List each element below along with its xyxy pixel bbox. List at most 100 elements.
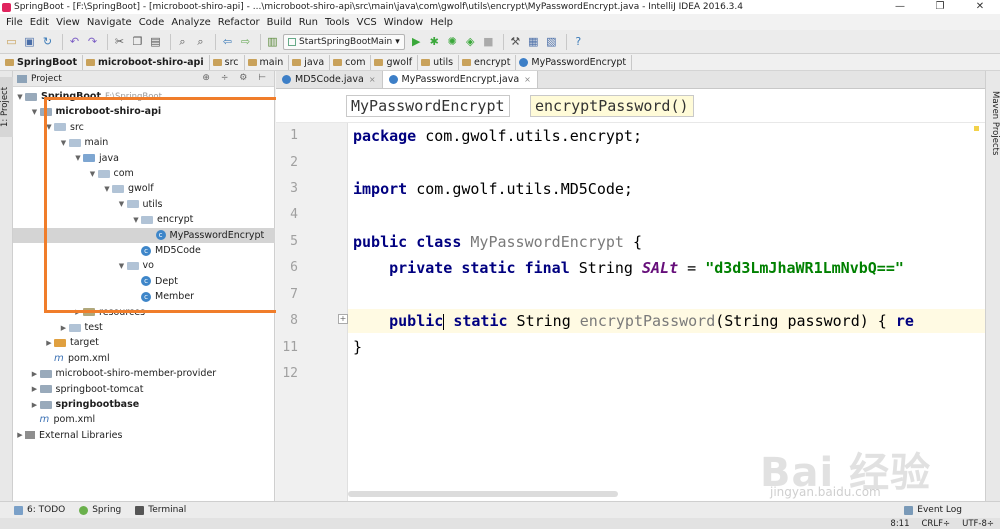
tree-item[interactable]: ▶ test [13, 320, 275, 335]
back-icon[interactable]: ⇦ [220, 34, 235, 49]
tree-item[interactable]: ▼ src [13, 120, 275, 135]
coverage-icon[interactable]: ✺ [445, 34, 460, 49]
tree-item[interactable]: ▼ utils [13, 197, 275, 212]
replace-icon[interactable]: ⌕ [193, 34, 208, 49]
expand-arrow-icon[interactable]: ▶ [44, 339, 54, 347]
breadcrumb-item[interactable]: utils [418, 54, 460, 70]
expand-arrow-icon[interactable]: ▶ [30, 385, 40, 393]
tree-item[interactable]: c Member [13, 289, 275, 304]
code-editor[interactable]: package com.gwolf.utils.encrypt; import … [348, 123, 985, 501]
minimize-button[interactable]: — [880, 0, 920, 14]
menu-analyze[interactable]: Analyze [171, 17, 210, 28]
tree-item[interactable]: ▶ target [13, 335, 275, 350]
tree-item[interactable]: ▶ springbootbase [13, 397, 275, 412]
expand-arrow-icon[interactable]: ▶ [30, 401, 40, 409]
maven-projects-tab[interactable]: Maven Projects [987, 91, 1000, 161]
menu-code[interactable]: Code [139, 17, 165, 28]
breadcrumb-item[interactable]: main [245, 54, 290, 70]
menu-view[interactable]: View [56, 17, 80, 28]
expand-arrow-icon[interactable]: ▼ [73, 154, 83, 162]
inspection-status-icon[interactable] [974, 126, 979, 131]
sync-icon[interactable]: ↻ [40, 34, 55, 49]
project-structure-icon[interactable]: ▦ [526, 34, 541, 49]
project-panel-tools[interactable]: ⊕ ÷ ⚙ ⊢ [202, 73, 270, 83]
terminal-tool-tab[interactable]: Terminal [135, 505, 186, 515]
breadcrumb-item[interactable]: microboot-shiro-api [83, 54, 210, 70]
paste-icon[interactable]: ▤ [148, 34, 163, 49]
expand-arrow-icon[interactable]: ▼ [59, 139, 69, 147]
tree-item[interactable]: c MyPasswordEncrypt [13, 227, 275, 243]
expand-arrow-icon[interactable]: ▼ [117, 200, 127, 208]
tree-item[interactable]: ▶ microboot-shiro-member-provider [13, 366, 275, 381]
undo-icon[interactable]: ↶ [67, 34, 82, 49]
close-window-button[interactable]: ✕ [960, 0, 1000, 14]
stop-icon[interactable]: ■ [481, 34, 496, 49]
menu-build[interactable]: Build [267, 17, 292, 28]
sdk-manager-icon[interactable]: ▧ [544, 34, 559, 49]
expand-arrow-icon[interactable]: ▶ [15, 431, 25, 439]
save-all-icon[interactable]: ▣ [22, 34, 37, 49]
menu-edit[interactable]: Edit [30, 17, 49, 28]
menu-help[interactable]: Help [430, 17, 453, 28]
help-icon[interactable]: ? [571, 34, 586, 49]
close-icon[interactable]: × [524, 75, 531, 84]
todo-tool-tab[interactable]: 6: TODO [14, 505, 65, 515]
file-encoding[interactable]: UTF-8÷ [962, 519, 994, 529]
menu-vcs[interactable]: VCS [357, 17, 377, 28]
caret-position[interactable]: 8:11 [890, 519, 909, 529]
fold-expand-icon[interactable]: + [338, 314, 348, 324]
tree-item[interactable]: ▼ com [13, 166, 275, 181]
menu-refactor[interactable]: Refactor [218, 17, 260, 28]
tree-item[interactable]: c Dept [13, 274, 275, 289]
expand-arrow-icon[interactable]: ▼ [15, 93, 25, 101]
tree-item[interactable]: ▼ gwolf [13, 181, 275, 196]
tree-item[interactable]: ▼ encrypt [13, 212, 275, 227]
breadcrumb-item[interactable]: SpringBoot [2, 54, 83, 70]
menu-navigate[interactable]: Navigate [87, 17, 132, 28]
spring-tool-tab[interactable]: Spring [79, 505, 121, 515]
menu-tools[interactable]: Tools [325, 17, 350, 28]
breadcrumb-item[interactable]: com [330, 54, 372, 70]
menu-run[interactable]: Run [299, 17, 318, 28]
find-icon[interactable]: ⌕ [175, 34, 190, 49]
expand-arrow-icon[interactable]: ▼ [117, 262, 127, 270]
copy-icon[interactable]: ❐ [130, 34, 145, 49]
tree-item[interactable]: ▼ vo [13, 258, 275, 273]
run-configuration-select[interactable]: StartSpringBootMain ▾ [283, 33, 405, 50]
tree-item[interactable]: m pom.xml [13, 351, 275, 366]
tree-item[interactable]: ▼ java [13, 151, 275, 166]
expand-arrow-icon[interactable]: ▼ [88, 170, 98, 178]
breadcrumb-item[interactable]: gwolf [371, 54, 419, 70]
breadcrumb-item[interactable]: encrypt [459, 54, 517, 70]
event-log-tab[interactable]: Event Log [904, 505, 962, 515]
menu-window[interactable]: Window [384, 17, 423, 28]
expand-arrow-icon[interactable]: ▼ [30, 108, 40, 116]
project-tool-tab[interactable]: 1: Project [0, 77, 13, 137]
project-panel-title[interactable]: Project [31, 74, 62, 84]
redo-icon[interactable]: ↷ [85, 34, 100, 49]
tree-item[interactable]: ▶ resources [13, 305, 275, 320]
tree-item[interactable]: ▶ External Libraries [13, 428, 275, 443]
maximize-button[interactable]: ❐ [920, 0, 960, 14]
tab-md5code[interactable]: MD5Code.java × [276, 71, 383, 88]
build-icon[interactable]: ▥ [265, 34, 280, 49]
tree-item[interactable]: m pom.xml [13, 412, 275, 427]
menu-file[interactable]: File [6, 17, 23, 28]
expand-arrow-icon[interactable]: ▶ [59, 324, 69, 332]
settings-icon[interactable]: ⚒ [508, 34, 523, 49]
editor-path-method[interactable]: encryptPassword() [530, 95, 694, 117]
tree-item[interactable]: c MD5Code [13, 243, 275, 258]
close-icon[interactable]: × [369, 75, 376, 84]
expand-arrow-icon[interactable]: ▶ [73, 308, 83, 316]
breadcrumb-item[interactable]: src [210, 54, 245, 70]
expand-arrow-icon[interactable]: ▼ [102, 185, 112, 193]
expand-arrow-icon[interactable]: ▶ [30, 370, 40, 378]
tree-item[interactable]: ▼ SpringBoot F:\SpringBoot [13, 89, 275, 104]
expand-arrow-icon[interactable]: ▼ [44, 123, 54, 131]
run-icon[interactable]: ▶ [409, 34, 424, 49]
editor-path-class[interactable]: MyPasswordEncrypt [346, 95, 510, 117]
tree-item[interactable]: ▼ main [13, 135, 275, 150]
forward-icon[interactable]: ⇨ [238, 34, 253, 49]
cut-icon[interactable]: ✂ [112, 34, 127, 49]
tree-item[interactable]: ▼ microboot-shiro-api [13, 104, 275, 119]
